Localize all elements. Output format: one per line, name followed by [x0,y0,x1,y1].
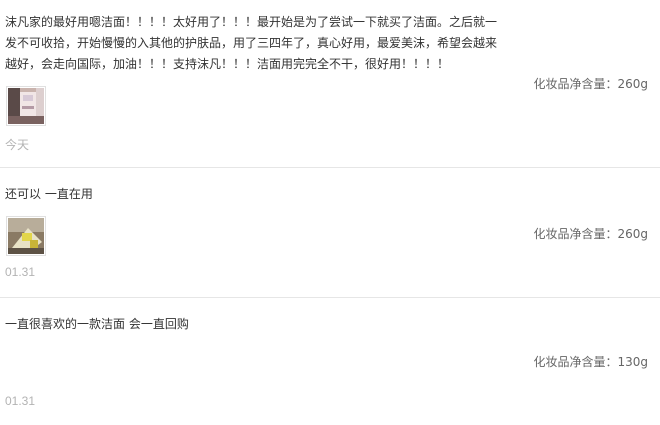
product-photo-icon [8,88,44,124]
review-text: 一直很喜欢的一款洁面 会一直回购 [5,317,189,331]
review-photo-thumbnail[interactable] [6,86,46,126]
review-spec: 化妆品净含量：260g [533,227,648,241]
review-text: 还可以 一直在用 [5,187,93,201]
review-spec: 化妆品净含量：130g [533,355,648,369]
review-list: 沫凡家的最好用嗯洁面！！！！太好用了！！！最开始是为了尝试一下就买了洁面。之后就… [0,0,660,425]
review-date: 01.31 [5,265,36,279]
review-text: 沫凡家的最好用嗯洁面！！！！太好用了！！！最开始是为了尝试一下就买了洁面。之后就… [5,15,498,71]
review-photo-thumbnail[interactable] [6,216,46,256]
product-photo-icon [8,218,44,254]
review-date: 今天 [5,138,30,152]
review-date: 01.31 [5,394,36,408]
review-item: 沫凡家的最好用嗯洁面！！！！太好用了！！！最开始是为了尝试一下就买了洁面。之后就… [0,0,660,168]
review-item: 还可以 一直在用 化妆品净含量：260g 01.31 [0,168,660,298]
review-item: 一直很喜欢的一款洁面 会一直回购 化妆品净含量：130g 01.31 [0,298,660,425]
review-spec: 化妆品净含量：260g [533,77,648,91]
